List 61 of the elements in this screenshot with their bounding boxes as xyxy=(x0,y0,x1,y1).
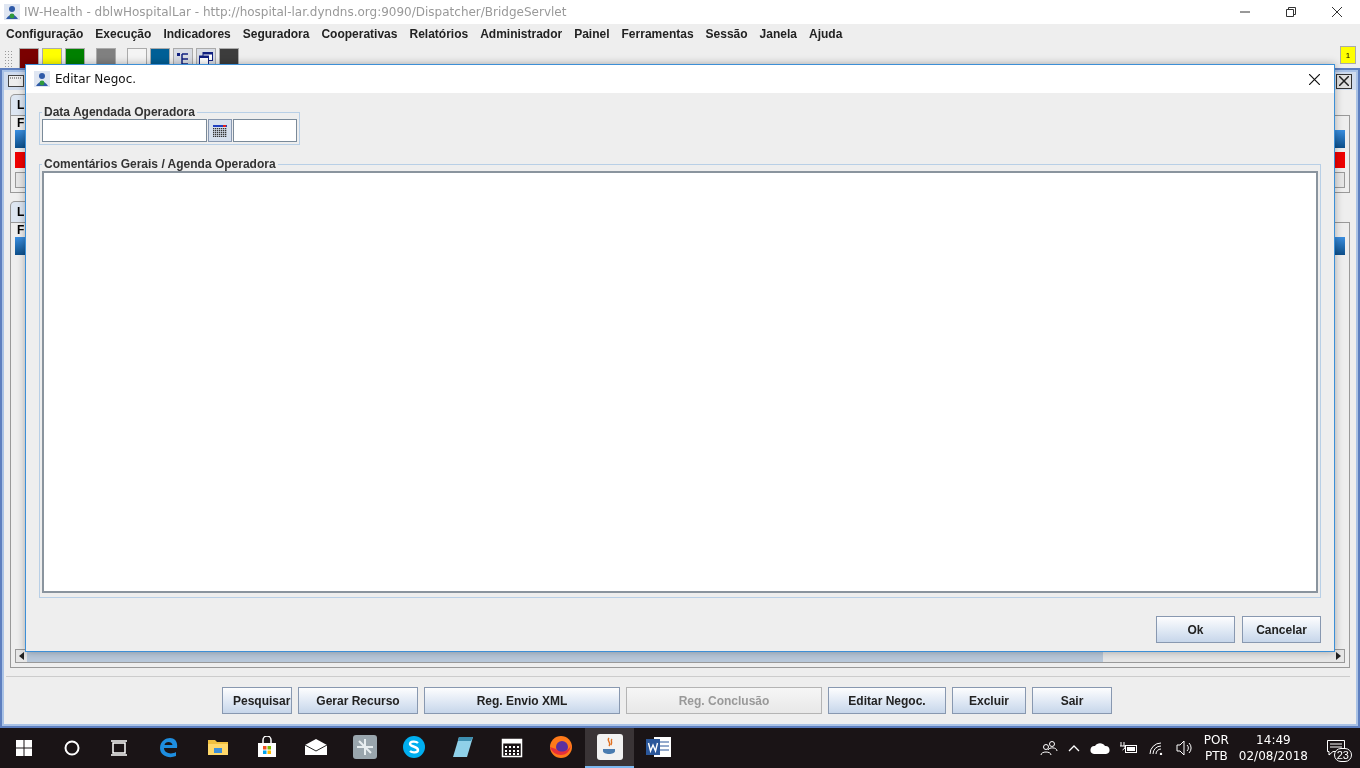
dialog-button[interactable]: Cancelar xyxy=(1242,616,1321,643)
restore-icon xyxy=(1286,7,1296,17)
clock[interactable]: 14:49 02/08/2018 xyxy=(1238,732,1308,764)
battery-plug-icon[interactable] xyxy=(1119,741,1138,755)
time-field[interactable] xyxy=(233,119,297,142)
alert-badge[interactable]: 1 xyxy=(1340,46,1356,64)
action-button[interactable]: Excluir xyxy=(952,687,1026,714)
speaker-icon[interactable] xyxy=(1175,740,1194,756)
notification-count: 23 xyxy=(1333,748,1352,762)
action-button[interactable]: Editar Negoc. xyxy=(828,687,946,714)
calendar-icon xyxy=(213,124,227,137)
calendar-icon xyxy=(500,736,523,758)
dialog-button[interactable]: Ok xyxy=(1156,616,1235,643)
dialog-title: Editar Negoc. xyxy=(55,72,137,86)
letter-e-icon xyxy=(157,736,180,758)
skype-icon xyxy=(401,735,426,759)
menu-item[interactable]: Janela xyxy=(759,27,797,41)
menu-item[interactable]: Sessão xyxy=(705,27,748,41)
input-language[interactable]: POR PTB xyxy=(1203,732,1229,764)
action-button[interactable]: Reg. Envio XML xyxy=(424,687,620,714)
date-field[interactable] xyxy=(42,119,207,142)
close-button[interactable] xyxy=(1336,73,1352,89)
envelope-icon xyxy=(303,738,328,756)
window-title: IW-Health - dblwHospitalLar - http://hospital-lar.dyndns.org:9090/Dispatcher/BridgeServlet xyxy=(24,5,567,19)
shopping-bag-icon xyxy=(255,736,278,758)
calendar-button[interactable] xyxy=(208,119,232,142)
chevron-up-icon[interactable] xyxy=(1067,744,1080,752)
action-button[interactable]: Gerar Recurso xyxy=(298,687,418,714)
cloud-icon[interactable] xyxy=(1089,742,1110,754)
menu-item[interactable]: Administrador xyxy=(480,27,563,41)
person-icon xyxy=(4,4,20,20)
group-label: Comentários Gerais / Agenda Operadora xyxy=(43,157,277,171)
action-button[interactable]: Pesquisar xyxy=(222,687,292,714)
action-button[interactable]: Sair xyxy=(1032,687,1112,714)
taskbar-app[interactable] xyxy=(585,728,634,768)
notepad-icon xyxy=(450,735,475,759)
menu-item[interactable]: Painel xyxy=(574,27,610,41)
menu-item[interactable]: Seguradora xyxy=(242,27,310,41)
windows-logo-icon xyxy=(16,740,32,756)
people-icon xyxy=(1039,740,1058,756)
close-icon xyxy=(1308,73,1320,85)
menu-item[interactable]: Configuração xyxy=(6,27,84,41)
group-label: F xyxy=(17,223,25,237)
menu-item[interactable]: Cooperativas xyxy=(321,27,398,41)
close-icon xyxy=(1332,7,1342,17)
close-icon xyxy=(1339,76,1349,86)
coffee-cup-icon xyxy=(596,734,623,760)
menu-item[interactable]: Indicadores xyxy=(163,27,231,41)
document-w-icon xyxy=(645,735,672,759)
menu-item[interactable]: Ajuda xyxy=(808,27,843,41)
group-label: F xyxy=(17,116,25,130)
tree-icon xyxy=(177,52,189,65)
menu-item[interactable]: Ferramentas xyxy=(621,27,694,41)
menu-item[interactable]: Relatórios xyxy=(409,27,469,41)
notification-button[interactable]: 23 xyxy=(1318,728,1354,768)
menu-item[interactable]: Execução xyxy=(95,27,152,41)
person-icon xyxy=(34,71,50,87)
folder-icon xyxy=(206,737,229,757)
task-view-icon xyxy=(111,740,129,756)
group-label: Data Agendada Operadora xyxy=(43,105,196,119)
circle-icon xyxy=(64,740,80,756)
